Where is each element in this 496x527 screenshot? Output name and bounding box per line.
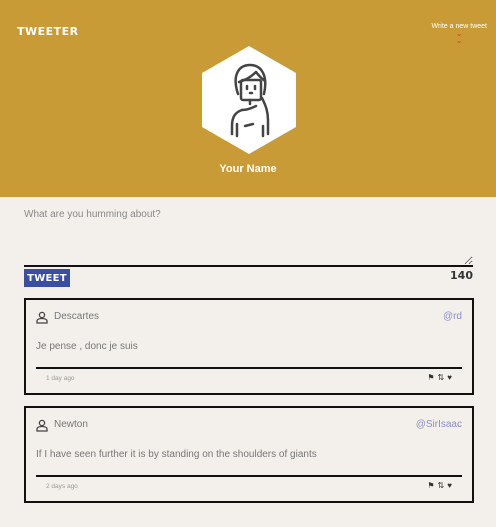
tweet-handle[interactable]: @rd bbox=[443, 311, 462, 322]
logo: TWEETER bbox=[17, 25, 79, 38]
tweet-handle[interactable]: @SirIsaac bbox=[416, 419, 462, 430]
heart-icon[interactable]: ♥ bbox=[447, 373, 452, 382]
tweet-card: Descartes @rd Je pense , donc je suis 1 … bbox=[24, 298, 474, 395]
tweet-author: Descartes bbox=[54, 311, 100, 322]
header: TWEETER Write a new tweet ⌄ ⌄ Your Name bbox=[0, 0, 496, 197]
flag-icon[interactable]: ⚑ bbox=[427, 481, 434, 490]
retweet-icon[interactable]: ⇅ bbox=[438, 373, 445, 382]
divider bbox=[36, 367, 462, 369]
divider bbox=[36, 475, 462, 477]
heart-icon[interactable]: ♥ bbox=[447, 481, 452, 490]
char-counter: 140 bbox=[450, 269, 473, 282]
write-new-tweet-link[interactable]: Write a new tweet ⌄ ⌄ bbox=[431, 23, 487, 45]
tweet-text: If I have seen further it is by standing… bbox=[36, 449, 317, 460]
tweet-input[interactable] bbox=[24, 205, 473, 267]
tweet-text: Je pense , donc je suis bbox=[36, 341, 138, 352]
tweet-time: 2 days ago bbox=[46, 483, 78, 490]
flag-icon[interactable]: ⚑ bbox=[427, 373, 434, 382]
retweet-icon[interactable]: ⇅ bbox=[438, 481, 445, 490]
double-chevron-down-icon: ⌄ ⌄ bbox=[455, 29, 463, 45]
tweet-card: Newton @SirIsaac If I have seen further … bbox=[24, 406, 474, 503]
user-name: Your Name bbox=[219, 163, 277, 175]
tweet-button[interactable]: TWEET bbox=[24, 269, 70, 287]
user-icon bbox=[36, 419, 48, 432]
tweet-time: 1 day ago bbox=[46, 375, 75, 382]
avatar bbox=[202, 46, 296, 154]
tweet-author: Newton bbox=[54, 419, 88, 430]
user-icon bbox=[36, 311, 48, 324]
